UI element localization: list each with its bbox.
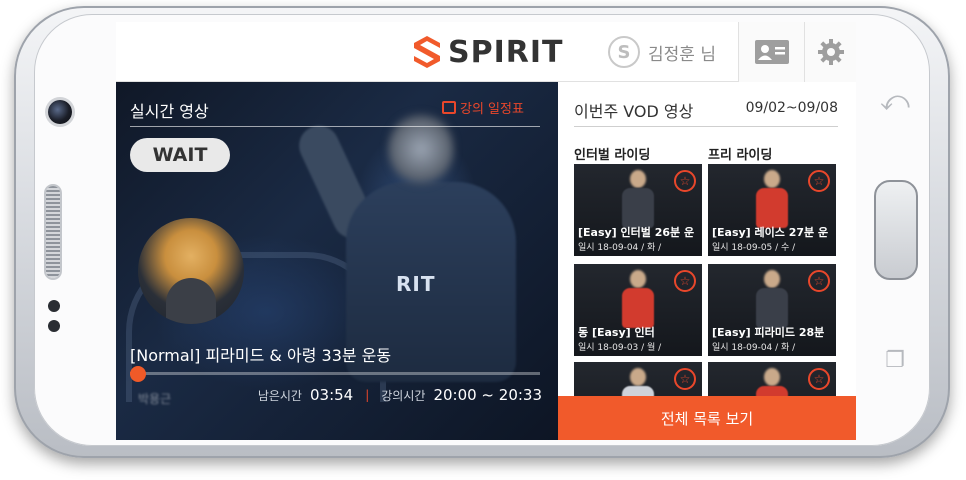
vod-tile[interactable]: ☆ 동 [Easy] 인터일시 18-09-03 / 월 /: [574, 264, 702, 356]
user-avatar-icon: S: [608, 36, 640, 68]
vod-date-range: 09/02~09/08: [745, 100, 838, 116]
spirit-logo-icon: [414, 36, 440, 68]
instructor-avatar[interactable]: [138, 218, 244, 324]
program-title: [Normal] 피라미드 & 아령 33분 운동: [130, 346, 392, 365]
live-divider: [130, 126, 540, 127]
vod-tile-title: 동 [Easy] 인터: [578, 326, 655, 339]
vod-tile-meta: 일시 18-09-05 / 수 /: [712, 243, 796, 253]
class-time-label: 강의시간: [381, 388, 426, 403]
earpiece-speaker: [46, 186, 60, 278]
live-title: 실시간 영상: [130, 102, 209, 121]
favorite-star-icon[interactable]: ☆: [808, 368, 830, 390]
favorite-star-icon[interactable]: ☆: [674, 368, 696, 390]
proximity-sensor: [48, 300, 60, 312]
favorite-star-icon[interactable]: ☆: [808, 270, 830, 292]
app-header: SPIRIT S 김정훈 님: [116, 22, 856, 82]
category-free[interactable]: 프리 라이딩: [708, 144, 772, 163]
vod-tile-meta: 일시 18-09-03 / 월 /: [578, 343, 662, 353]
progress-bar[interactable]: [130, 366, 540, 382]
all-list-button[interactable]: 전체 목록 보기: [558, 396, 856, 440]
favorite-star-icon[interactable]: ☆: [808, 170, 830, 192]
time-info: 남은시간 03:54 | 강의시간 20:00 ~ 20:33: [256, 386, 542, 404]
vod-panel: 이번주 VOD 영상 09/02~09/08 인터벌 라이딩 프리 라이딩 ☆ […: [558, 82, 856, 440]
schedule-link-label: 강의 일정표: [460, 102, 524, 117]
vod-tile[interactable]: ☆ [Easy] 인터벌 26분 운일시 18-09-04 / 화 /: [574, 164, 702, 256]
member-card-button[interactable]: [738, 22, 804, 82]
calendar-icon: [442, 101, 456, 114]
vod-tile[interactable]: ☆ [Easy] 피라미드 28분일시 18-09-04 / 화 /: [708, 264, 836, 356]
front-camera: [48, 100, 72, 124]
user-name: 김정훈 님: [648, 44, 716, 65]
vod-tile-title: [Easy] 인터벌 26분 운: [578, 226, 695, 239]
remaining-time-label: 남은시간: [257, 388, 302, 403]
time-separator: |: [365, 388, 370, 402]
gear-icon: [817, 39, 844, 65]
vod-tile-title: [Easy] 레이스 27분 운: [712, 226, 829, 239]
id-card-icon: [754, 40, 789, 64]
app-screen: SPIRIT S 김정훈 님 RIT 실시간 영상 강의 일정표 WAIT [N…: [116, 22, 856, 440]
vod-title: 이번주 VOD 영상: [574, 102, 694, 121]
vod-tile-meta: 일시 18-09-04 / 화 /: [578, 243, 662, 253]
light-sensor: [48, 320, 60, 332]
schedule-link[interactable]: 강의 일정표: [442, 98, 524, 117]
settings-button[interactable]: [804, 22, 856, 82]
instructor-caption: 박용근: [138, 392, 172, 406]
favorite-star-icon[interactable]: ☆: [674, 170, 696, 192]
home-button[interactable]: [874, 180, 918, 280]
live-stream-panel[interactable]: RIT 실시간 영상 강의 일정표 WAIT [Normal] 피라미드 & 아…: [116, 82, 558, 440]
logo-text: SPIRIT: [448, 34, 564, 70]
vod-tile-meta: 일시 18-09-04 / 화 /: [712, 343, 796, 353]
status-badge: WAIT: [130, 138, 230, 172]
user-profile[interactable]: S 김정훈 님: [608, 36, 716, 68]
back-key-icon[interactable]: ⤺: [880, 84, 910, 118]
app-logo[interactable]: SPIRIT: [412, 34, 563, 70]
favorite-star-icon[interactable]: ☆: [674, 270, 696, 292]
vod-divider: [574, 126, 838, 127]
vod-tile[interactable]: ☆ [Easy] 레이스 27분 운일시 18-09-05 / 수 /: [708, 164, 836, 256]
remaining-time-value: 03:54: [309, 386, 354, 404]
recent-apps-icon[interactable]: ❐: [880, 344, 910, 378]
background-figure-head: [388, 110, 454, 188]
class-time-value: 20:00 ~ 20:33: [433, 386, 542, 404]
shirt-logo: RIT: [396, 272, 436, 296]
vod-tile-title: [Easy] 피라미드 28분: [712, 326, 825, 339]
category-interval[interactable]: 인터벌 라이딩: [574, 144, 650, 163]
